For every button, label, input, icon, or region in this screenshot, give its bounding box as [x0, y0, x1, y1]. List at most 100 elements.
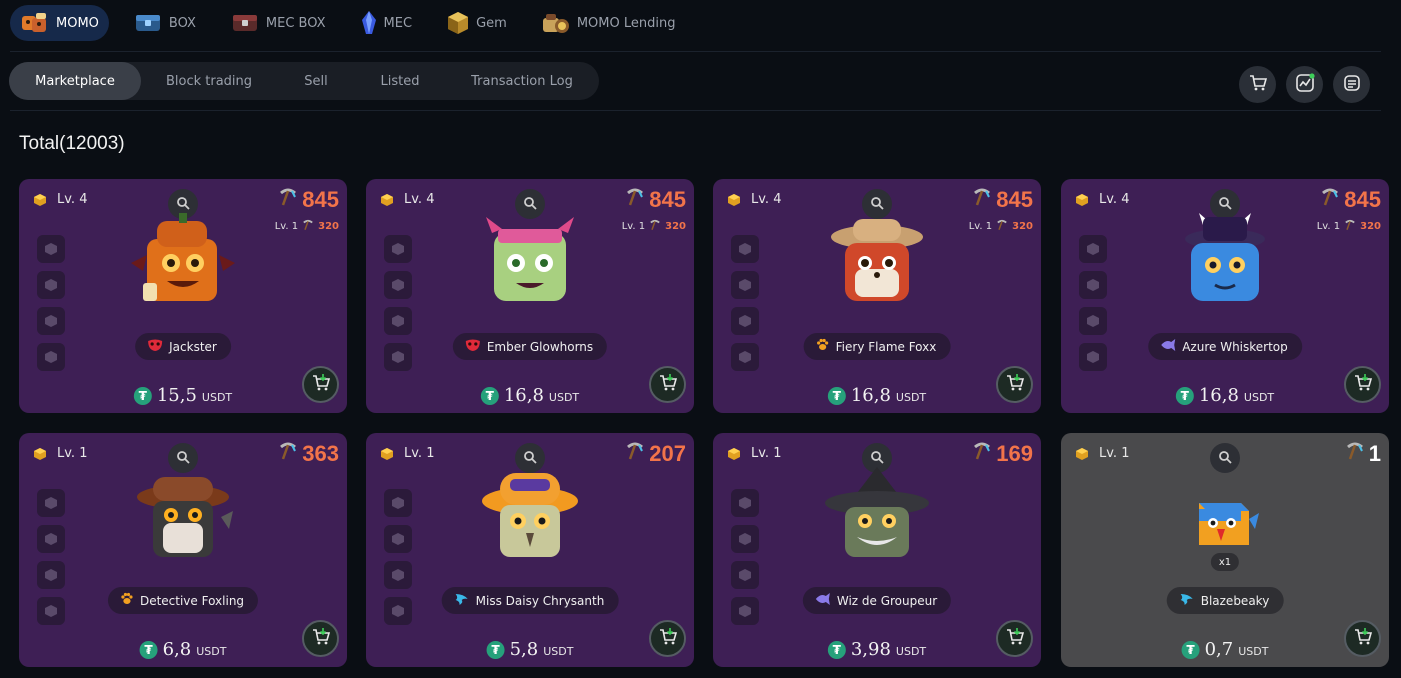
topnav-label: MEC BOX — [265, 15, 326, 31]
buy-button[interactable] — [649, 620, 686, 657]
empty-slot[interactable] — [384, 525, 412, 553]
tab-listed[interactable]: Listed — [355, 62, 445, 100]
buy-button[interactable] — [1344, 620, 1381, 657]
empty-slot[interactable] — [731, 307, 759, 335]
sub-power: 320 — [1012, 221, 1033, 232]
magnifier-icon — [176, 449, 190, 468]
pickaxe-icon — [278, 187, 298, 213]
price-unit: USDT — [543, 645, 574, 658]
level-row: Lv. 4 — [380, 192, 434, 207]
empty-slot[interactable] — [37, 561, 65, 589]
empty-slot[interactable] — [1079, 271, 1107, 299]
empty-slot[interactable] — [384, 597, 412, 625]
total-count: Total(12003) — [19, 133, 125, 154]
nft-card[interactable]: Lv. 1 207 Miss Daisy Chrysanth ₮ 5,8 USD… — [366, 433, 694, 667]
buy-button[interactable] — [302, 620, 339, 657]
empty-slot[interactable] — [37, 235, 65, 263]
topnav-momo-lending[interactable]: MOMO Lending — [531, 5, 686, 41]
magnifier-icon — [523, 195, 537, 214]
tab-sell[interactable]: Sell — [277, 62, 355, 100]
cart-add-icon — [1006, 627, 1024, 650]
empty-slot[interactable] — [731, 235, 759, 263]
empty-slot[interactable] — [384, 307, 412, 335]
pickaxe-icon — [1320, 187, 1340, 213]
empty-slot[interactable] — [1079, 307, 1107, 335]
nft-card[interactable]: Lv. 1 169 Wiz de Groupeur ₮ 3,98 USDT — [713, 433, 1041, 667]
empty-slot[interactable] — [731, 561, 759, 589]
empty-slot[interactable] — [731, 271, 759, 299]
nft-card[interactable]: Lv. 1 1 x1 Blazebeaky ₮ 0,7 USDT — [1061, 433, 1389, 667]
nft-card[interactable]: Lv. 4 845 Lv. 1 320 Jackster ₮ 15,5 USDT — [19, 179, 347, 413]
tab-transaction-log[interactable]: Transaction Log — [445, 62, 599, 100]
empty-slot[interactable] — [731, 597, 759, 625]
power-value: 845 — [996, 187, 1033, 212]
empty-slot[interactable] — [37, 525, 65, 553]
pickaxe-icon — [996, 219, 1008, 234]
nft-card[interactable]: Lv. 1 363 Detective Foxling ₮ 6,8 USDT — [19, 433, 347, 667]
empty-slot[interactable] — [384, 561, 412, 589]
buy-button[interactable] — [649, 366, 686, 403]
empty-slot[interactable] — [384, 489, 412, 517]
empty-slot[interactable] — [731, 525, 759, 553]
empty-slot[interactable] — [731, 489, 759, 517]
price: ₮ 0,7 USDT — [1181, 639, 1269, 660]
empty-slot[interactable] — [37, 343, 65, 371]
tab-block-trading[interactable]: Block trading — [141, 62, 277, 100]
level-label: Lv. 1 — [404, 446, 435, 461]
momo-avatar — [129, 213, 237, 313]
cart-add-icon — [1354, 627, 1372, 650]
empty-slot[interactable] — [384, 271, 412, 299]
magnifier-icon — [176, 195, 190, 214]
tether-icon: ₮ — [139, 640, 158, 659]
empty-slot[interactable] — [37, 489, 65, 517]
level-row: Lv. 1 — [380, 446, 434, 461]
paw-icon — [120, 592, 134, 609]
level-label: Lv. 4 — [1099, 192, 1130, 207]
empty-slot[interactable] — [384, 235, 412, 263]
pickaxe-icon — [1344, 219, 1356, 234]
momo-name: Miss Daisy Chrysanth — [475, 593, 605, 608]
empty-slot[interactable] — [1079, 235, 1107, 263]
topnav-momo[interactable]: MOMO — [10, 5, 109, 41]
level-row: Lv. 1 — [33, 446, 87, 461]
tether-icon: ₮ — [827, 640, 846, 659]
sub-power: 320 — [1360, 221, 1381, 232]
topnav-box[interactable]: BOX — [123, 5, 206, 41]
buy-button[interactable] — [996, 366, 1033, 403]
empty-slot[interactable] — [37, 271, 65, 299]
empty-slot[interactable] — [731, 343, 759, 371]
inspect-button[interactable] — [1210, 443, 1240, 473]
equipment-slots — [731, 489, 759, 625]
price-value: 16,8 — [503, 385, 544, 406]
empty-slot[interactable] — [384, 343, 412, 371]
price-unit: USDT — [196, 645, 227, 658]
tab-marketplace[interactable]: Marketplace — [9, 62, 141, 100]
buy-button[interactable] — [996, 620, 1033, 657]
topnav-gem[interactable]: Gem — [436, 5, 517, 41]
nft-card[interactable]: Lv. 4 845 Lv. 1 320 Ember Glowhorns ₮ 16… — [366, 179, 694, 413]
cart-button[interactable] — [1239, 66, 1276, 103]
equipment-slots — [384, 235, 412, 371]
pickaxe-icon — [625, 441, 645, 467]
empty-slot[interactable] — [1079, 343, 1107, 371]
price-unit: USDT — [1238, 645, 1269, 658]
empty-slot[interactable] — [37, 307, 65, 335]
magnifier-icon — [870, 195, 884, 214]
buy-button[interactable] — [1344, 366, 1381, 403]
momo-avatar — [1185, 495, 1265, 555]
nft-card[interactable]: Lv. 4 845 Lv. 1 320 Azure Whiskertop ₮ 1… — [1061, 179, 1389, 413]
buy-button[interactable] — [302, 366, 339, 403]
price-unit: USDT — [895, 391, 927, 404]
equipment-slots — [731, 235, 759, 371]
sub-hashrate: Lv. 1 320 — [275, 219, 339, 234]
nft-card[interactable]: Lv. 4 845 Lv. 1 320 Fiery Flame Foxx ₮ 1… — [713, 179, 1041, 413]
empty-slot[interactable] — [37, 597, 65, 625]
momo-avatar — [476, 467, 584, 567]
chart-button[interactable] — [1286, 66, 1323, 103]
name-pill: Azure Whiskertop — [1148, 333, 1302, 360]
list-button[interactable] — [1333, 66, 1370, 103]
topnav-mec-box[interactable]: MEC BOX — [220, 5, 336, 41]
topnav-mec[interactable]: MEC — [350, 5, 423, 41]
magnifier-icon — [1218, 195, 1232, 214]
power-value: 845 — [649, 187, 686, 212]
